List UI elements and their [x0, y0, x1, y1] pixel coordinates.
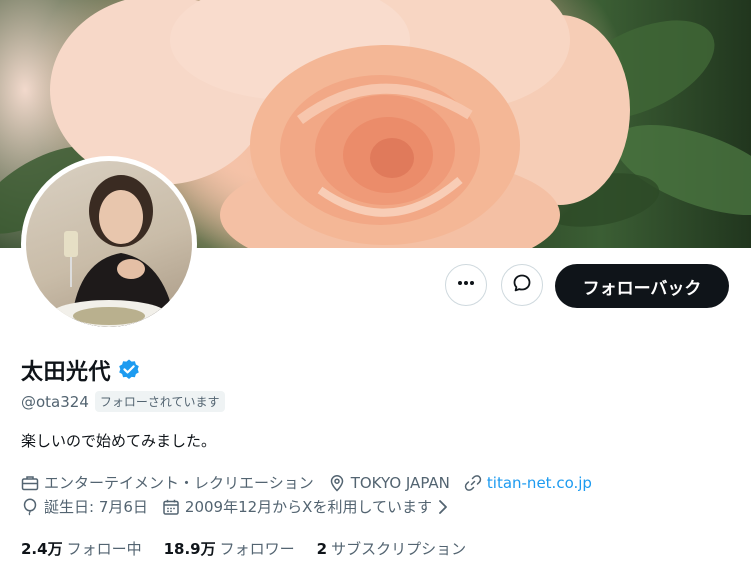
followers-label: フォロワー	[219, 540, 295, 558]
joined[interactable]: 2009年12月からXを利用しています	[162, 496, 450, 517]
category-text: エンターテイメント・レクリエーション	[44, 474, 314, 492]
subscriptions-label: サブスクリプション	[331, 540, 467, 558]
profile-meta-row-1: エンターテイメント・レクリエーション TOKYO JAPAN titan-net…	[21, 472, 606, 493]
subscriptions-count: 2	[316, 540, 328, 558]
subscriptions-stat[interactable]: 2 サブスクリプション	[317, 538, 466, 559]
website[interactable]: titan-net.co.jp	[464, 474, 592, 492]
balloon-icon	[23, 497, 37, 515]
message-icon	[512, 273, 532, 297]
handle-row: @ota324 フォローされています	[21, 391, 225, 412]
following-label: フォロー中	[66, 540, 142, 558]
link-icon	[464, 474, 482, 491]
joined-text: 2009年12月からXを利用しています	[184, 498, 433, 516]
follow-back-button[interactable]: フォローバック	[555, 264, 729, 308]
calendar-icon	[163, 499, 179, 515]
avatar-photo	[26, 161, 192, 327]
more-icon	[456, 273, 476, 297]
name-row: 太田光代	[21, 354, 141, 386]
handle: @ota324	[21, 392, 89, 411]
followers-count: 18.9万	[163, 540, 216, 558]
bio: 楽しいので始めてみました。	[21, 432, 217, 450]
following-stat[interactable]: 2.4万 フォロー中	[21, 538, 142, 559]
following-count: 2.4万	[21, 540, 63, 558]
website-link[interactable]: titan-net.co.jp	[487, 474, 592, 492]
briefcase-icon	[21, 475, 39, 490]
verified-icon[interactable]	[117, 358, 141, 382]
chevron-right-icon	[439, 499, 447, 514]
follows-you-badge: フォローされています	[94, 391, 225, 412]
more-button[interactable]	[445, 264, 487, 306]
avatar[interactable]	[21, 156, 197, 332]
location-text: TOKYO JAPAN	[350, 473, 450, 492]
birthday: 誕生日: 7月6日	[21, 496, 148, 517]
display-name: 太田光代	[21, 360, 112, 385]
profile-meta-row-2: 誕生日: 7月6日 2009年12月からXを利用しています	[21, 496, 464, 517]
birthday-text: 誕生日: 7月6日	[44, 498, 148, 516]
location: TOKYO JAPAN	[328, 474, 450, 492]
followers-stat[interactable]: 18.9万 フォロワー	[164, 538, 295, 559]
message-button[interactable]	[501, 264, 543, 306]
category: エンターテイメント・レクリエーション	[21, 472, 314, 493]
location-icon	[330, 474, 343, 492]
follow-stats: 2.4万 フォロー中 18.9万 フォロワー 2 サブスクリプション	[21, 538, 488, 559]
